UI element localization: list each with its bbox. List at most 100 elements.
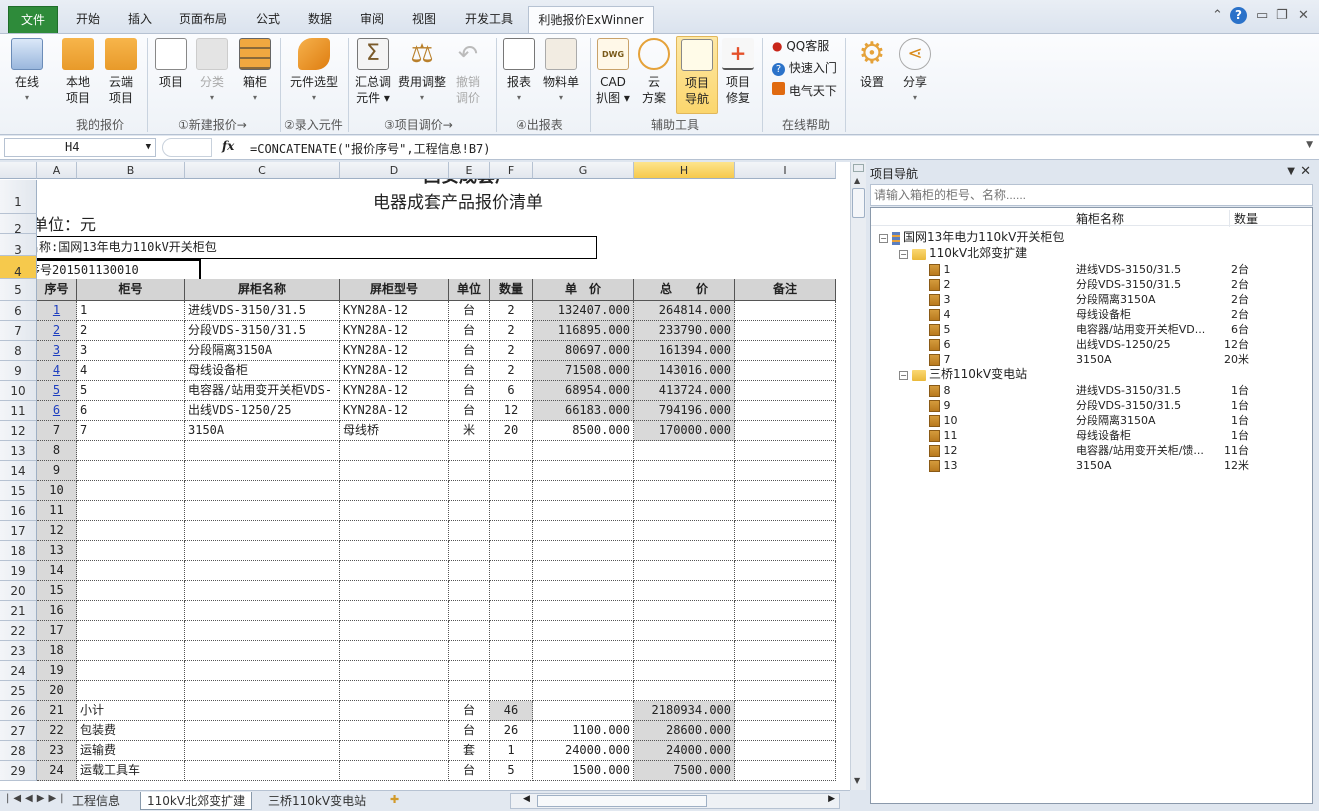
row-header[interactable]: 24 [0,661,37,681]
cell-qty[interactable] [490,461,533,481]
cell-name[interactable]: 电容器/站用变开关柜VDS- [185,381,340,401]
row-header[interactable]: 22 [0,621,37,641]
tab-home[interactable]: 开始 [66,6,110,33]
cell-unit[interactable]: 台 [449,361,490,381]
cell-cab[interactable]: 1 [77,301,185,321]
cell-unit[interactable] [449,581,490,601]
cell-cab[interactable] [77,681,185,701]
window-restore-icon[interactable]: ❐ [1276,8,1288,23]
cell-cab[interactable]: 5 [77,381,185,401]
cell-qty[interactable]: 6 [490,381,533,401]
cell-model[interactable]: KYN28A-12 [340,301,449,321]
column-header-g[interactable]: G [533,162,634,179]
table-header-1[interactable]: 序号 [37,279,77,301]
column-header-f[interactable]: F [490,162,533,179]
bom-button[interactable]: 物料单 ▾ [540,36,582,106]
undo-adjust-button[interactable]: ↶ 撤销 调价 [452,36,484,106]
cell-model[interactable]: KYN28A-12 [340,381,449,401]
row-header[interactable]: 21 [0,601,37,621]
cell-total[interactable] [634,441,735,461]
cell-total[interactable] [634,561,735,581]
cell-price[interactable]: 8500.000 [533,421,634,441]
cell-price[interactable]: 1500.000 [533,761,634,781]
cell-name[interactable] [185,541,340,561]
scroll-up-icon[interactable]: ▲ [854,176,860,185]
cell-note[interactable] [735,501,836,521]
row-header[interactable]: 14 [0,461,37,481]
cell-name[interactable] [185,601,340,621]
cell-price[interactable]: 1100.000 [533,721,634,741]
cell-unit[interactable]: 台 [449,401,490,421]
cell-model[interactable] [340,441,449,461]
cell-model[interactable] [340,701,449,721]
pane-close-icon[interactable]: ✕ [1300,164,1311,179]
row-header[interactable]: 27 [0,721,37,741]
column-header-b[interactable]: B [77,162,185,179]
cell-qty[interactable]: 1 [490,741,533,761]
sheet-nav-arrows[interactable]: |◀◀▶▶| [6,793,68,804]
minimize-ribbon-icon[interactable]: ⌃ [1212,8,1223,23]
row-header[interactable]: 10 [0,381,37,401]
cell-unit[interactable] [449,681,490,701]
insert-sheet-icon[interactable]: ✚ [390,793,399,806]
cell-cab[interactable] [77,581,185,601]
tree-root[interactable]: − 国网13年电力110kV开关柜包 [879,230,1064,245]
row-header[interactable]: 29 [0,761,37,781]
cell-note[interactable] [735,541,836,561]
cell-qty[interactable]: 20 [490,421,533,441]
name-box-dropdown-icon[interactable]: ▼ [146,139,151,156]
cell-cab[interactable]: 包装费 [77,721,185,741]
cell-unit[interactable]: 米 [449,421,490,441]
table-header-4[interactable]: 屏柜型号 [340,279,449,301]
cell-price[interactable] [533,461,634,481]
formula-bar-splitter[interactable] [162,138,212,157]
tree-item[interactable]: 8 [929,383,951,398]
cell-price[interactable] [533,601,634,621]
cell-cab[interactable]: 小计 [77,701,185,721]
tree-item[interactable]: 1 [929,262,951,277]
row-header[interactable]: 19 [0,561,37,581]
cell-seq[interactable]: 15 [37,581,77,601]
cell-unit[interactable] [449,541,490,561]
summary-adjust-button[interactable]: Σ 汇总调 元件 ▾ [353,36,393,106]
scroll-left-icon[interactable]: ◀ [523,794,530,804]
cell-name[interactable] [185,561,340,581]
cell-total[interactable]: 28600.000 [634,721,735,741]
cell-model[interactable] [340,601,449,621]
cell-name[interactable]: 进线VDS-3150/31.5 [185,301,340,321]
cell-cab[interactable] [77,441,185,461]
cell-name[interactable]: 出线VDS-1250/25 [185,401,340,421]
cell-price[interactable]: 24000.000 [533,741,634,761]
cell-qty[interactable]: 5 [490,761,533,781]
cell-total[interactable] [634,481,735,501]
cell-total[interactable] [634,661,735,681]
cell-seq[interactable]: 9 [37,461,77,481]
cell-qty[interactable] [490,681,533,701]
component-select-button[interactable]: 元件选型 ▾ [286,36,342,106]
horizontal-scroll-thumb[interactable] [537,795,707,807]
tree-item[interactable]: 2 [929,277,951,292]
cell-total[interactable]: 264814.000 [634,301,735,321]
cell-unit[interactable]: 台 [449,321,490,341]
cell-name[interactable] [185,481,340,501]
cell-note[interactable] [735,581,836,601]
row-header[interactable]: 20 [0,581,37,601]
cell-cab[interactable]: 2 [77,321,185,341]
cell-name[interactable] [185,761,340,781]
sheet-tab-beijiao[interactable]: 110kV北郊变扩建 [140,792,253,810]
cell-model[interactable]: KYN28A-12 [340,361,449,381]
cell-model[interactable] [340,741,449,761]
row-header[interactable]: 17 [0,521,37,541]
cell-name[interactable] [185,661,340,681]
row-link[interactable]: 3 [53,343,60,357]
sheet-tab-project-info[interactable]: 工程信息 [66,792,126,810]
cell-note[interactable] [735,681,836,701]
name-box[interactable]: H4 ▼ [4,138,156,157]
cell-qty[interactable]: 26 [490,721,533,741]
row-header[interactable]: 11 [0,401,37,421]
cell-model[interactable] [340,501,449,521]
cell-qty[interactable]: 2 [490,361,533,381]
online-button[interactable]: 在线 ▾ [6,36,48,106]
window-minimize-icon[interactable]: ▭ [1256,8,1268,23]
row-header[interactable]: 5 [0,279,37,301]
